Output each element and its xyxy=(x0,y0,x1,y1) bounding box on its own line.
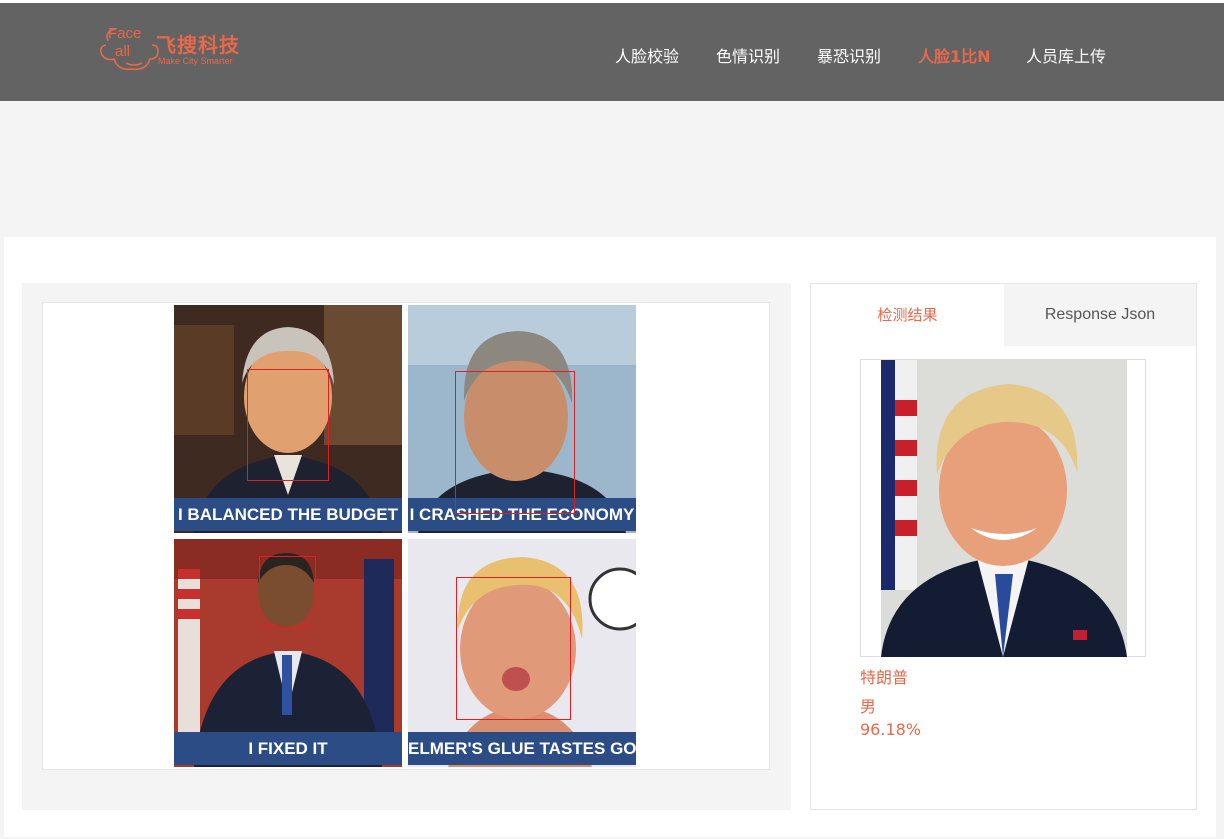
result-tabs: 检测结果 Response Json xyxy=(811,284,1196,346)
matched-face-frame xyxy=(860,359,1146,657)
query-image: I BALANCED THE BUDGET I CRASHED THE ECON… xyxy=(174,305,637,768)
nav-people-upload[interactable]: 人员库上传 xyxy=(1026,43,1106,67)
header-bar: Face all 飞搜科技 Make City Smarter 人脸校验 色情识… xyxy=(0,3,1224,101)
query-image-panel: I BALANCED THE BUDGET I CRASHED THE ECON… xyxy=(22,283,791,810)
collage-tile-2: I CRASHED THE ECONOMY xyxy=(408,305,636,533)
logo-brand-name: 飞搜科技 xyxy=(156,33,240,57)
face-box-2 xyxy=(455,371,575,514)
collage-tile-3: I FIXED IT xyxy=(174,539,402,767)
tab-response-json[interactable]: Response Json xyxy=(1004,284,1196,346)
matched-gender: 男 xyxy=(860,697,877,716)
face-box-4 xyxy=(456,577,571,720)
collage-tile-4: ELMER'S GLUE TASTES GOOD xyxy=(408,539,636,767)
logo-face-text: Face xyxy=(108,25,142,42)
logo-all-text: all xyxy=(115,43,131,60)
collage-caption-4: ELMER'S GLUE TASTES GOOD xyxy=(408,732,636,765)
collage-tile-1: I BALANCED THE BUDGET xyxy=(174,305,402,533)
matched-confidence: 96.18% xyxy=(860,720,922,739)
collage-caption-1: I BALANCED THE BUDGET xyxy=(174,498,402,531)
nav-face-verify[interactable]: 人脸校验 xyxy=(615,43,679,67)
result-panel: 检测结果 Response Json 特朗普 男 96.18% xyxy=(810,283,1197,810)
face-box-1 xyxy=(247,369,329,481)
main-card: I BALANCED THE BUDGET I CRASHED THE ECON… xyxy=(4,237,1216,837)
faceall-logo[interactable]: Face all 飞搜科技 Make City Smarter xyxy=(96,23,246,79)
logo-tagline: Make City Smarter xyxy=(158,56,233,66)
tab-detection-result[interactable]: 检测结果 xyxy=(811,284,1004,346)
nav-porn-detect[interactable]: 色情识别 xyxy=(716,43,780,67)
matched-face-photo xyxy=(881,360,1127,657)
collage-caption-3: I FIXED IT xyxy=(174,732,402,765)
nav-terror-detect[interactable]: 暴恐识别 xyxy=(817,43,881,67)
face-box-3 xyxy=(259,556,316,628)
matched-name: 特朗普 xyxy=(860,668,909,687)
query-image-frame[interactable]: I BALANCED THE BUDGET I CRASHED THE ECON… xyxy=(42,302,770,770)
nav-face-1-to-n[interactable]: 人脸1比N xyxy=(918,43,991,67)
